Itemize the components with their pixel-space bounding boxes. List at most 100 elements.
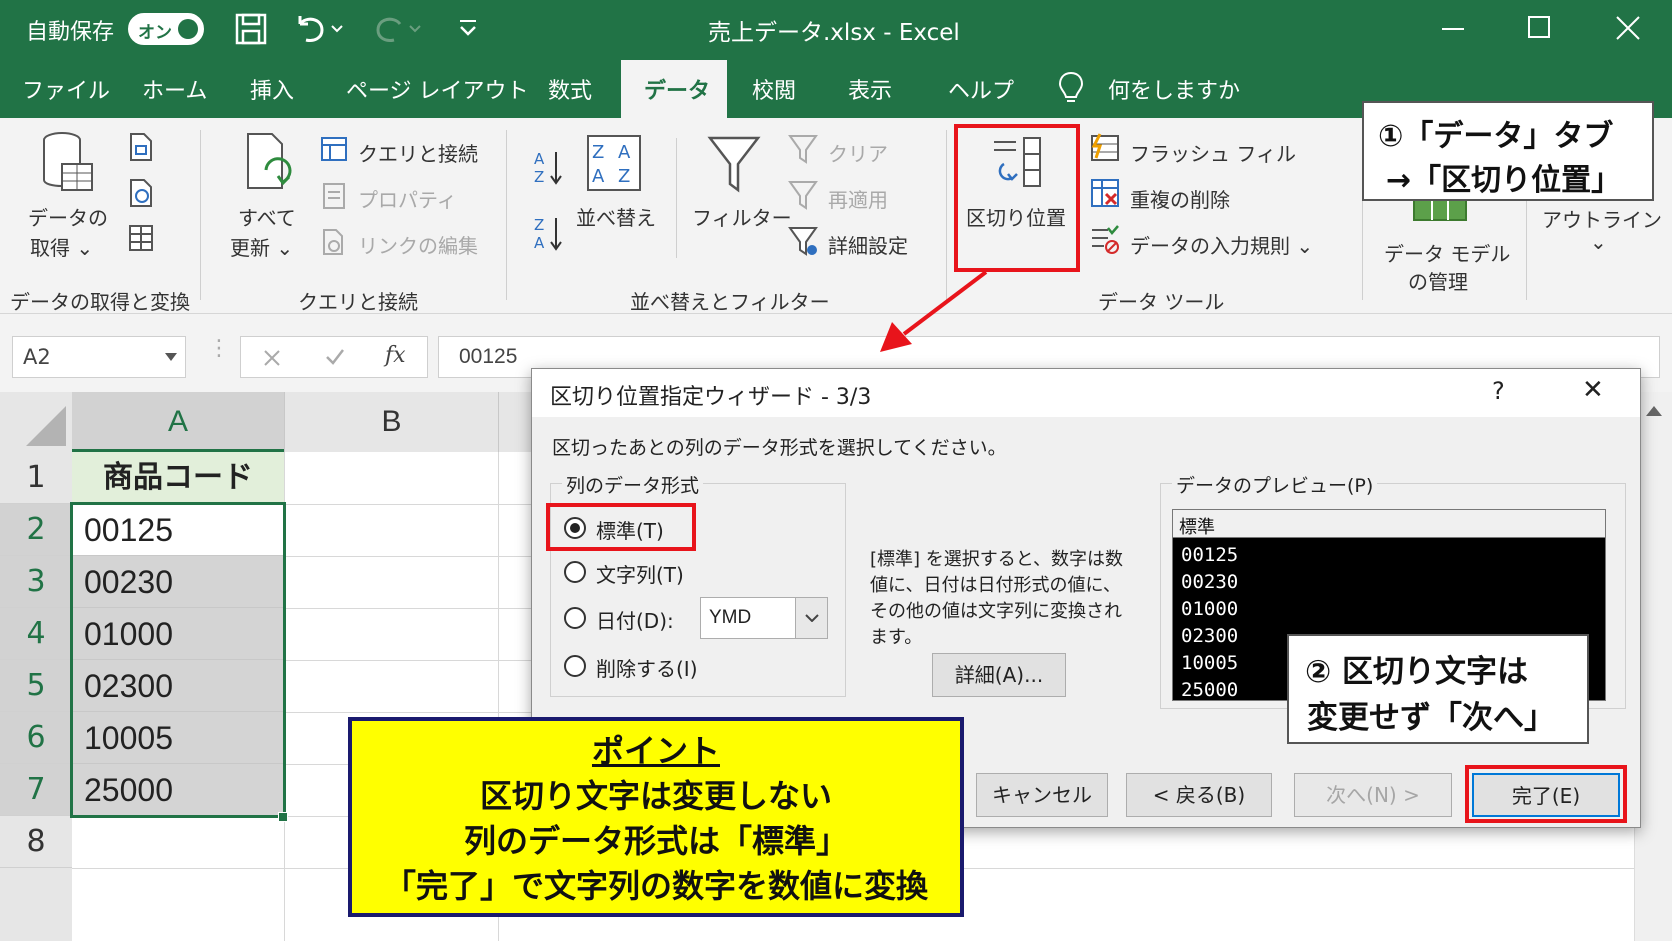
ribbon-separator bbox=[506, 130, 507, 300]
cancel-entry-icon[interactable] bbox=[263, 349, 281, 367]
scroll-up-icon[interactable] bbox=[1646, 406, 1662, 416]
flash-fill-button[interactable]: フラッシュ フィル bbox=[1130, 138, 1296, 167]
preview-row: 02300 bbox=[1181, 625, 1239, 647]
data-validation-button[interactable]: データの入力規則 ⌄ bbox=[1130, 230, 1313, 259]
autosave-toggle[interactable]: オン bbox=[128, 13, 204, 45]
undo-icon[interactable] bbox=[292, 12, 346, 46]
database-icon[interactable] bbox=[40, 130, 96, 196]
remove-duplicates-button[interactable]: 重複の削除 bbox=[1130, 184, 1230, 213]
row-header-6[interactable]: 6 bbox=[0, 712, 72, 764]
data-model-label-2[interactable]: の管理 bbox=[1408, 266, 1468, 295]
tab-view[interactable]: 表示 bbox=[848, 73, 892, 105]
date-format-select[interactable]: YMD bbox=[700, 597, 828, 639]
get-data-label-1[interactable]: データの bbox=[28, 202, 108, 231]
tab-page-layout[interactable]: ページ レイアウト bbox=[346, 73, 529, 105]
from-web-icon[interactable] bbox=[128, 178, 154, 208]
dialog-close-button[interactable]: ✕ bbox=[1582, 375, 1604, 405]
filter-icon[interactable] bbox=[706, 134, 762, 194]
preview-row: 25000 bbox=[1181, 679, 1239, 701]
advanced-filter-icon[interactable] bbox=[788, 226, 818, 258]
dialog-instruction: 区切ったあとの列のデータ形式を選択してください。 bbox=[552, 437, 1007, 459]
remove-duplicates-icon[interactable] bbox=[1090, 178, 1120, 208]
back-button[interactable]: < 戻る(B) bbox=[1126, 773, 1272, 817]
tab-data[interactable]: データ bbox=[644, 73, 710, 105]
advanced-settings-button[interactable]: 詳細(A)... bbox=[932, 653, 1066, 697]
radio-date[interactable] bbox=[564, 607, 586, 629]
radio-skip-label[interactable]: 削除する(I) bbox=[596, 653, 698, 682]
from-text-icon[interactable] bbox=[128, 132, 154, 162]
callout-1-line-2: →「区切り位置」 bbox=[1386, 163, 1622, 198]
advanced-button[interactable]: 詳細設定 bbox=[828, 230, 908, 259]
svg-text:Z: Z bbox=[534, 216, 544, 234]
tab-insert[interactable]: 挿入 bbox=[250, 73, 294, 105]
get-data-label-2[interactable]: 取得 ⌄ bbox=[30, 232, 93, 261]
svg-text:Z: Z bbox=[534, 168, 544, 186]
clear-button: クリア bbox=[828, 142, 888, 166]
properties-button: プロパティ bbox=[358, 188, 457, 212]
callout-step-1: ①「データ」タブ →「区切り位置」 bbox=[1362, 101, 1654, 201]
description-line-1: [標準] を選択すると、数字は数 bbox=[870, 549, 1124, 570]
name-box-value: A2 bbox=[23, 345, 51, 369]
row-header-7[interactable]: 7 bbox=[0, 764, 72, 816]
row-header-4[interactable]: 4 bbox=[0, 608, 72, 660]
callout-step-2: ② 区切り文字は 変更せず「次へ」 bbox=[1287, 634, 1589, 744]
name-box-dropdown-icon[interactable] bbox=[165, 353, 177, 361]
tab-file[interactable]: ファイル bbox=[22, 73, 110, 105]
row-header-1[interactable]: 1 bbox=[0, 452, 72, 504]
cancel-button[interactable]: キャンセル bbox=[976, 773, 1108, 817]
point-line-1: 区切り文字は変更しない bbox=[479, 777, 832, 815]
queries-connections-button[interactable]: クエリと接続 bbox=[358, 138, 478, 167]
save-icon[interactable] bbox=[234, 12, 268, 46]
radio-text-label[interactable]: 文字列(T) bbox=[596, 559, 684, 588]
filter-button[interactable]: フィルター bbox=[692, 202, 792, 231]
refresh-all-icon[interactable] bbox=[242, 130, 298, 196]
autosave-label: 自動保存 bbox=[26, 20, 115, 45]
queries-icon[interactable] bbox=[320, 136, 348, 162]
tab-help[interactable]: ヘルプ bbox=[948, 73, 1014, 105]
tab-home[interactable]: ホーム bbox=[142, 73, 207, 105]
row-header-2[interactable]: 2 bbox=[0, 504, 72, 556]
name-box[interactable]: A2 bbox=[12, 336, 186, 378]
insert-function-button[interactable]: fx bbox=[385, 343, 406, 368]
dialog-help-button[interactable]: ? bbox=[1492, 377, 1505, 405]
sort-descending-icon[interactable]: ZA bbox=[532, 214, 564, 254]
data-validation-icon[interactable] bbox=[1090, 224, 1120, 254]
flash-fill-icon[interactable] bbox=[1090, 132, 1120, 162]
fill-handle[interactable] bbox=[278, 812, 288, 822]
close-window-icon[interactable] bbox=[1614, 14, 1642, 42]
row-header-8[interactable]: 8 bbox=[0, 816, 72, 868]
select-all-corner[interactable] bbox=[0, 392, 72, 452]
sort-button[interactable]: 並べ替え bbox=[576, 202, 656, 231]
reapply-icon bbox=[788, 181, 818, 210]
confirm-entry-icon[interactable] bbox=[325, 348, 345, 366]
tab-formulas[interactable]: 数式 bbox=[548, 73, 592, 105]
row-header-5[interactable]: 5 bbox=[0, 660, 72, 712]
date-format-dropdown[interactable] bbox=[795, 598, 827, 638]
radio-text[interactable] bbox=[564, 561, 586, 583]
maximize-icon[interactable] bbox=[1526, 14, 1552, 40]
sort-ascending-icon[interactable]: AZ bbox=[532, 148, 564, 188]
formula-buttons: fx bbox=[240, 336, 428, 378]
minimize-icon[interactable] bbox=[1440, 16, 1466, 42]
column-header-b[interactable]: B bbox=[284, 392, 498, 452]
tab-review[interactable]: 校閲 bbox=[752, 73, 796, 105]
window-title: 売上データ.xlsx - Excel bbox=[708, 20, 960, 46]
customize-qat-icon[interactable] bbox=[456, 16, 480, 40]
outline-button[interactable]: アウトライン bbox=[1542, 204, 1662, 233]
radio-date-label[interactable]: 日付(D): bbox=[596, 605, 674, 634]
row-header-3[interactable]: 3 bbox=[0, 556, 72, 608]
outline-caret[interactable]: ⌄ bbox=[1590, 230, 1607, 254]
from-table-icon[interactable] bbox=[128, 224, 154, 252]
tell-me-search[interactable]: 何をしますか bbox=[1108, 73, 1240, 105]
column-header-a[interactable]: A bbox=[72, 392, 284, 452]
refresh-label-2[interactable]: 更新 ⌄ bbox=[230, 232, 293, 261]
next-button: 次へ(N) > bbox=[1294, 773, 1452, 817]
highlight-text-to-columns bbox=[954, 124, 1080, 272]
preview-row: 00125 bbox=[1181, 544, 1239, 566]
cell-a1[interactable]: 商品コード bbox=[72, 452, 284, 504]
refresh-label-1[interactable]: すべて bbox=[238, 202, 296, 231]
sort-icon[interactable]: Z AA Z bbox=[586, 134, 642, 192]
data-model-label-1[interactable]: データ モデル bbox=[1384, 238, 1510, 267]
radio-skip[interactable] bbox=[564, 655, 586, 677]
group-label-queries: クエリと接続 bbox=[298, 290, 418, 314]
